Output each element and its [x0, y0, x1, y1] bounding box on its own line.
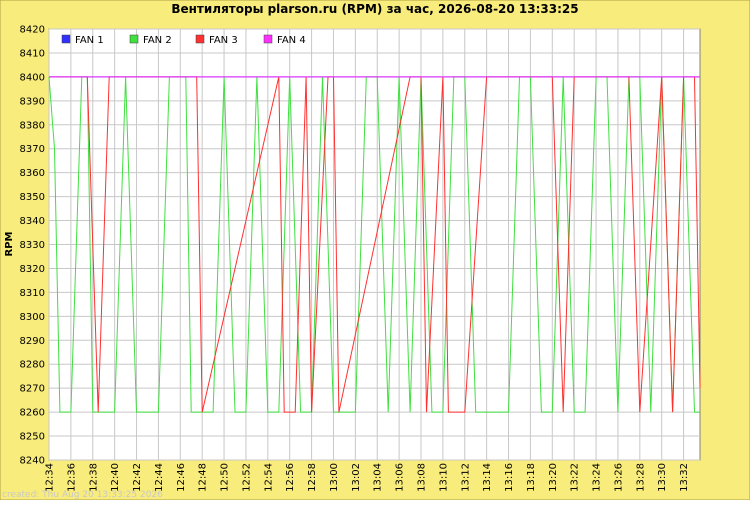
x-tick-label: 13:32: [679, 463, 690, 492]
chart-title: Вентиляторы plarson.ru (RPM) за час, 202…: [171, 2, 578, 16]
y-tick-label: 8380: [20, 120, 45, 131]
y-tick-label: 8300: [20, 312, 45, 323]
x-tick-label: 13:06: [395, 463, 406, 492]
legend-label: FAN 4: [277, 35, 306, 46]
x-tick-label: 12:58: [307, 463, 318, 492]
x-tick-label: 13:00: [329, 463, 340, 492]
x-tick-label: 12:34: [45, 463, 56, 492]
x-tick-label: 13:22: [570, 463, 581, 492]
y-tick-label: 8390: [20, 96, 45, 107]
x-tick-label: 13:02: [351, 463, 362, 492]
x-tick-label: 12:36: [66, 463, 77, 492]
y-tick-label: 8240: [20, 456, 45, 467]
x-tick-label: 13:16: [504, 463, 515, 492]
x-tick-label: 13:14: [482, 463, 493, 492]
x-tick-label: 13:04: [373, 463, 384, 492]
y-axis-label: RPM: [4, 231, 15, 256]
x-tick-label: 12:52: [241, 463, 252, 492]
x-tick-label: 12:50: [220, 463, 231, 492]
x-tick-label: 13:10: [438, 463, 449, 492]
y-tick-label: 8400: [20, 72, 45, 83]
y-tick-label: 8260: [20, 408, 45, 419]
x-tick-label: 12:48: [198, 463, 209, 492]
x-tick-label: 12:42: [132, 463, 143, 492]
x-tick-label: 13:08: [417, 463, 428, 492]
y-tick-label: 8320: [20, 264, 45, 275]
chart-svg: Вентиляторы plarson.ru (RPM) за час, 202…: [0, 0, 750, 501]
x-tick-label: 12:54: [263, 463, 274, 492]
x-tick-label: 13:26: [613, 463, 624, 492]
legend-label: FAN 1: [75, 35, 104, 46]
created-watermark: created: Thu Aug 20 13:33:25 2026: [2, 490, 163, 500]
legend-swatch: [263, 34, 273, 44]
y-tick-label: 8330: [20, 240, 45, 251]
legend-swatch: [129, 34, 139, 44]
y-tick-label: 8340: [20, 216, 45, 227]
legend-swatch: [195, 34, 205, 44]
legend-label: FAN 3: [209, 35, 238, 46]
legend-swatch: [61, 34, 71, 44]
x-tick-label: 12:44: [154, 463, 165, 492]
y-tick-label: 8290: [20, 336, 45, 347]
y-tick-label: 8310: [20, 288, 45, 299]
y-tick-label: 8350: [20, 192, 45, 203]
x-tick-label: 13:24: [592, 463, 603, 492]
y-tick-label: 8410: [20, 48, 45, 59]
y-tick-label: 8280: [20, 360, 45, 371]
x-tick-label: 12:56: [285, 463, 296, 492]
y-tick-label: 8370: [20, 144, 45, 155]
fan-rpm-chart: Вентиляторы plarson.ru (RPM) за час, 202…: [0, 0, 750, 501]
x-tick-label: 13:18: [526, 463, 537, 492]
y-tick-label: 8250: [20, 432, 45, 443]
x-tick-label: 13:28: [635, 463, 646, 492]
x-tick-label: 12:46: [176, 463, 187, 492]
x-tick-label: 12:38: [88, 463, 99, 492]
legend-label: FAN 2: [143, 35, 172, 46]
y-tick-label: 8360: [20, 168, 45, 179]
y-tick-label: 8420: [20, 25, 45, 36]
x-tick-label: 13:12: [460, 463, 471, 492]
x-tick-label: 12:40: [110, 463, 121, 492]
x-tick-label: 13:20: [548, 463, 559, 492]
y-tick-label: 8270: [20, 384, 45, 395]
x-tick-label: 13:30: [657, 463, 668, 492]
